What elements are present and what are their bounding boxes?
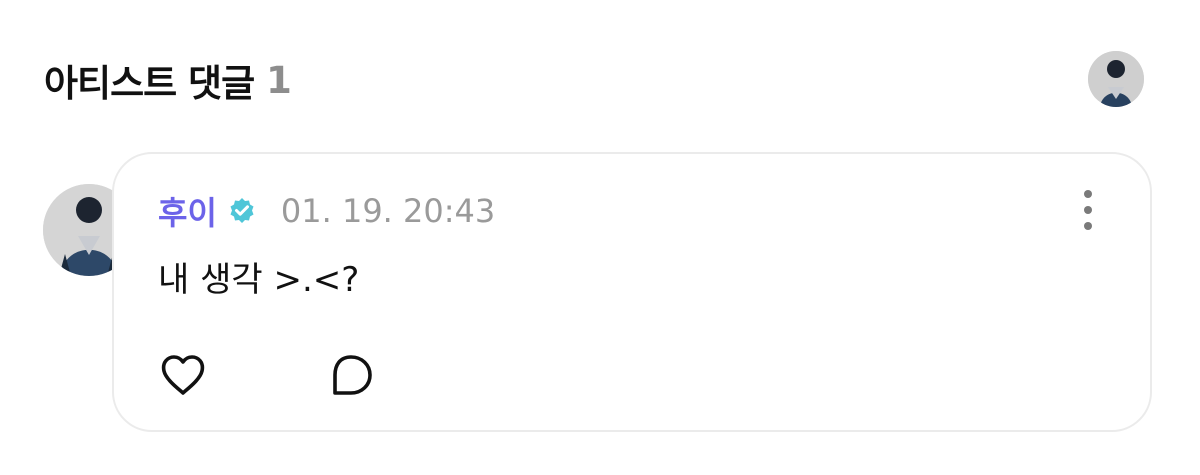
reply-button[interactable]	[326, 352, 376, 398]
like-button[interactable]	[158, 352, 208, 398]
comment-meta: 후이 01. 19. 20:43	[158, 190, 495, 232]
comment-text: 내 생각 >.<?	[158, 260, 360, 300]
heart-icon	[161, 355, 205, 395]
more-options-button[interactable]	[1078, 190, 1098, 230]
more-vertical-icon-dot	[1084, 206, 1092, 214]
more-vertical-icon-dot	[1084, 222, 1092, 230]
artist-comments-header: 아티스트 댓글 1	[44, 48, 292, 112]
author-name[interactable]: 후이	[158, 188, 217, 234]
comment-actions	[158, 352, 376, 398]
more-vertical-icon-dot	[1084, 190, 1092, 198]
section-title: 아티스트 댓글	[44, 62, 255, 105]
avatar-image	[1088, 51, 1144, 107]
header-avatar[interactable]	[1088, 51, 1144, 107]
verified-check-icon	[227, 196, 257, 226]
comment-card: 후이 01. 19. 20:43 내 생각 >.<?	[112, 152, 1152, 432]
comment-count: 1	[266, 58, 292, 102]
comment-bubble-icon	[333, 355, 372, 395]
comment-timestamp: 01. 19. 20:43	[280, 192, 496, 230]
